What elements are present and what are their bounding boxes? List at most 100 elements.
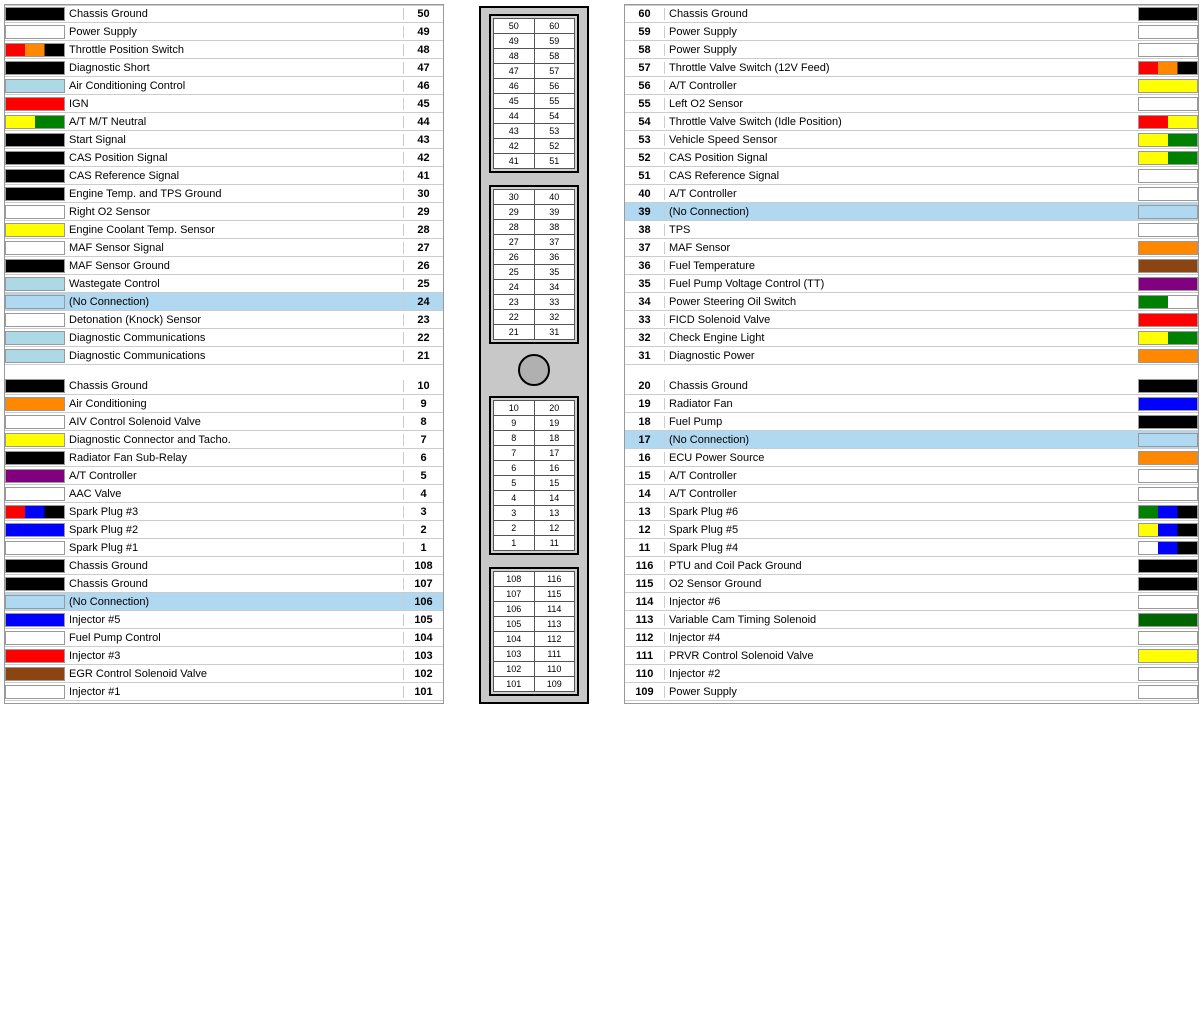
- pin-number: 41: [403, 170, 443, 182]
- pin-label: Injector #3: [65, 650, 403, 662]
- right-pin-row: 112Injector #4: [625, 629, 1198, 647]
- rpin-label: Fuel Pump: [665, 416, 1138, 428]
- rpin-number: 57: [625, 62, 665, 74]
- pin-label: Power Supply: [65, 26, 403, 38]
- color-swatch: [5, 397, 65, 411]
- color-swatch: [5, 295, 65, 309]
- right-pin-row: 109Power Supply: [625, 683, 1198, 701]
- left-pin-row: AAC Valve4: [5, 485, 443, 503]
- right-pin-row: 32Check Engine Light: [625, 329, 1198, 347]
- rpin-swatch: [1138, 151, 1198, 165]
- left-pin-row: MAF Sensor Ground26: [5, 257, 443, 275]
- right-pin-row: 110Injector #2: [625, 665, 1198, 683]
- right-pin-row: 56A/T Controller: [625, 77, 1198, 95]
- rpin-label: Chassis Ground: [665, 8, 1138, 20]
- right-pin-row: 17(No Connection): [625, 431, 1198, 449]
- rpin-swatch: [1138, 97, 1198, 111]
- left-pin-row: Diagnostic Short47: [5, 59, 443, 77]
- pin-number: 6: [403, 452, 443, 464]
- rpin-label: Chassis Ground: [665, 380, 1138, 392]
- pin-number: 42: [403, 152, 443, 164]
- right-pin-row: 12Spark Plug #5: [625, 521, 1198, 539]
- right-pin-row: 40A/T Controller: [625, 185, 1198, 203]
- rpin-swatch: [1138, 277, 1198, 291]
- right-pin-row: 34Power Steering Oil Switch: [625, 293, 1198, 311]
- rpin-swatch: [1138, 43, 1198, 57]
- rpin-swatch: [1138, 379, 1198, 393]
- pin-number: 23: [403, 314, 443, 326]
- pin-label: Detonation (Knock) Sensor: [65, 314, 403, 326]
- rpin-number: 53: [625, 134, 665, 146]
- rpin-number: 116: [625, 560, 665, 572]
- color-swatch: [5, 559, 65, 573]
- left-pin-row: Wastegate Control25: [5, 275, 443, 293]
- rpin-label: Check Engine Light: [665, 332, 1138, 344]
- rpin-swatch: [1138, 541, 1198, 555]
- rpin-label: PTU and Coil Pack Ground: [665, 560, 1138, 572]
- rpin-swatch: [1138, 295, 1198, 309]
- pin-number: 48: [403, 44, 443, 56]
- color-swatch: [5, 649, 65, 663]
- right-pin-row: 60Chassis Ground: [625, 5, 1198, 23]
- rpin-label: O2 Sensor Ground: [665, 578, 1138, 590]
- pin-number: 50: [403, 8, 443, 20]
- pin-number: 5: [403, 470, 443, 482]
- rpin-label: FICD Solenoid Valve: [665, 314, 1138, 326]
- rpin-label: Power Supply: [665, 686, 1138, 698]
- pin-label: AIV Control Solenoid Valve: [65, 416, 403, 428]
- rpin-number: 56: [625, 80, 665, 92]
- color-swatch: [5, 685, 65, 699]
- right-pin-row: 54Throttle Valve Switch (Idle Position): [625, 113, 1198, 131]
- rpin-number: 37: [625, 242, 665, 254]
- rpin-label: Throttle Valve Switch (Idle Position): [665, 116, 1138, 128]
- rpin-number: 111: [625, 650, 665, 662]
- color-swatch: [5, 631, 65, 645]
- color-swatch: [5, 43, 65, 57]
- pin-number: 29: [403, 206, 443, 218]
- pin-label: Injector #5: [65, 614, 403, 626]
- color-swatch: [5, 469, 65, 483]
- rpin-number: 11: [625, 542, 665, 554]
- color-swatch: [5, 313, 65, 327]
- right-pin-row: 59Power Supply: [625, 23, 1198, 41]
- rpin-label: A/T Controller: [665, 488, 1138, 500]
- left-pin-row: CAS Position Signal42: [5, 149, 443, 167]
- rpin-label: Radiator Fan: [665, 398, 1138, 410]
- color-swatch: [5, 259, 65, 273]
- rpin-swatch: [1138, 331, 1198, 345]
- rpin-number: 36: [625, 260, 665, 272]
- rpin-label: A/T Controller: [665, 188, 1138, 200]
- right-pin-row: 31Diagnostic Power: [625, 347, 1198, 365]
- pin-label: AAC Valve: [65, 488, 403, 500]
- rpin-swatch: [1138, 649, 1198, 663]
- right-pin-row: 36Fuel Temperature: [625, 257, 1198, 275]
- rpin-number: 113: [625, 614, 665, 626]
- color-swatch: [5, 331, 65, 345]
- rpin-swatch: [1138, 685, 1198, 699]
- pin-number: 44: [403, 116, 443, 128]
- left-pin-row: Diagnostic Communications21: [5, 347, 443, 365]
- rpin-swatch: [1138, 61, 1198, 75]
- right-pin-row: 38TPS: [625, 221, 1198, 239]
- pin-number: 101: [403, 686, 443, 698]
- pin-number: 21: [403, 350, 443, 362]
- pin-label: Air Conditioning: [65, 398, 403, 410]
- rpin-number: 59: [625, 26, 665, 38]
- pin-number: 105: [403, 614, 443, 626]
- color-swatch: [5, 205, 65, 219]
- rpin-swatch: [1138, 487, 1198, 501]
- pin-label: (No Connection): [65, 596, 403, 608]
- left-pin-row: Injector #5105: [5, 611, 443, 629]
- rpin-label: A/T Controller: [665, 80, 1138, 92]
- pin-number: 27: [403, 242, 443, 254]
- rpin-swatch: [1138, 667, 1198, 681]
- color-swatch: [5, 241, 65, 255]
- right-pin-row: 37MAF Sensor: [625, 239, 1198, 257]
- right-pin-row: 114Injector #6: [625, 593, 1198, 611]
- right-pin-row: 33FICD Solenoid Valve: [625, 311, 1198, 329]
- pin-number: 7: [403, 434, 443, 446]
- rpin-swatch: [1138, 313, 1198, 327]
- right-pin-row: 111PRVR Control Solenoid Valve: [625, 647, 1198, 665]
- pin-label: Diagnostic Connector and Tacho.: [65, 434, 403, 446]
- pin-grid: 1020919818717616515414313212111: [489, 396, 579, 555]
